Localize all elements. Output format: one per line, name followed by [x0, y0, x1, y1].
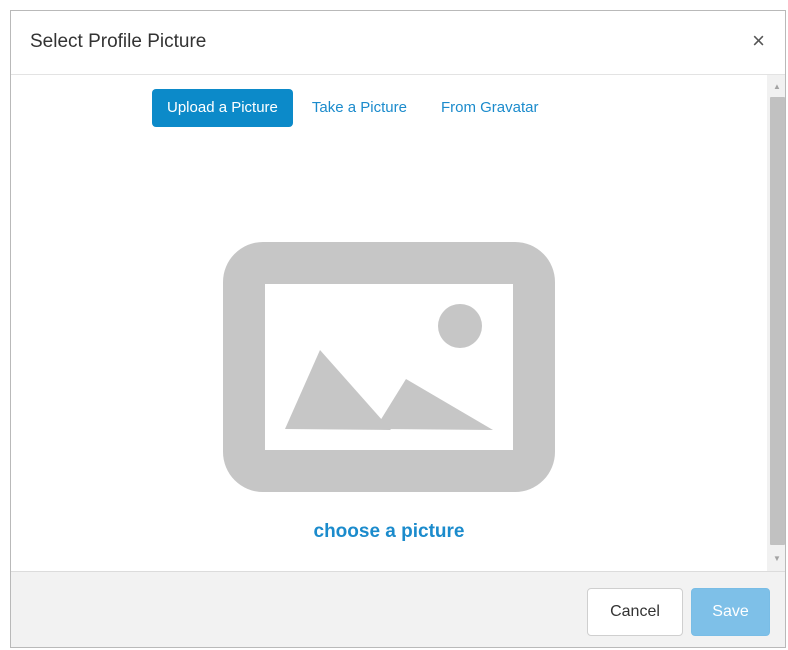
scrollbar-thumb[interactable] [770, 97, 785, 545]
choose-a-picture-link[interactable]: choose a picture [11, 521, 767, 543]
select-profile-picture-dialog: Select Profile Picture × Upload a Pictur… [10, 10, 786, 648]
vertical-scrollbar[interactable]: ▲ ▼ [767, 75, 785, 571]
dialog-footer: Cancel Save [11, 571, 785, 647]
close-icon[interactable]: × [752, 29, 765, 53]
dialog-header: Select Profile Picture × [11, 11, 785, 75]
scroll-down-arrow-icon[interactable]: ▼ [767, 549, 785, 569]
tab-upload-a-picture[interactable]: Upload a Picture [152, 89, 293, 127]
dialog-title: Select Profile Picture [30, 31, 207, 52]
dialog-body: Upload a Picture Take a Picture From Gra… [11, 75, 785, 571]
cancel-button[interactable]: Cancel [587, 588, 683, 636]
tab-take-a-picture[interactable]: Take a Picture [297, 89, 422, 127]
scroll-up-arrow-icon[interactable]: ▲ [767, 77, 785, 97]
save-button[interactable]: Save [691, 588, 770, 636]
tab-from-gravatar[interactable]: From Gravatar [426, 89, 554, 127]
picture-source-tabs: Upload a Picture Take a Picture From Gra… [152, 89, 557, 127]
image-placeholder-icon[interactable] [223, 242, 555, 497]
